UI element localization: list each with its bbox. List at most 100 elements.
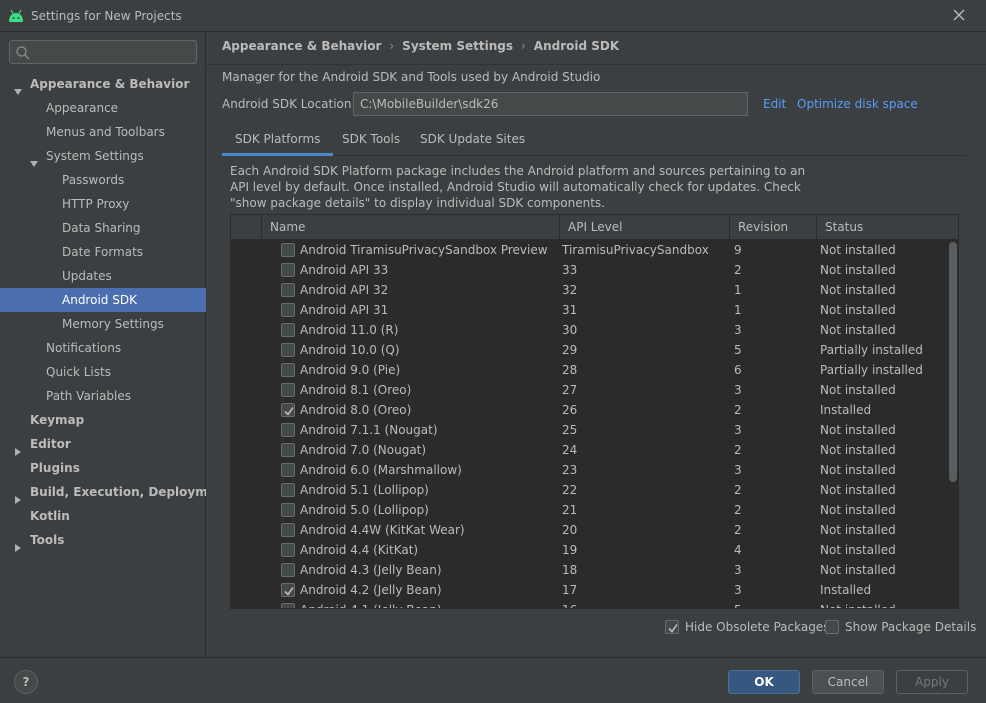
table-row[interactable]: Android 5.0 (Lollipop) 21 2 Not installed	[231, 500, 947, 520]
table-row[interactable]: Android 4.4 (KitKat) 19 4 Not installed	[231, 540, 947, 560]
help-button[interactable]: ?	[14, 670, 38, 694]
package-checkbox[interactable]	[281, 603, 295, 608]
package-checkbox[interactable]	[281, 403, 295, 417]
checkbox-box[interactable]	[665, 620, 679, 634]
tab-sdk-tools[interactable]: SDK Tools	[329, 126, 413, 156]
sidebar-item-passwords[interactable]: Passwords	[0, 168, 206, 192]
sidebar-item-system-settings[interactable]: System Settings	[0, 144, 206, 168]
sidebar-item-date-formats[interactable]: Date Formats	[0, 240, 206, 264]
table-scrollbar[interactable]	[947, 240, 958, 608]
sidebar-item-editor[interactable]: Editor	[0, 432, 206, 456]
tab-sdk-update-sites[interactable]: SDK Update Sites	[407, 126, 538, 156]
table-row[interactable]: Android 6.0 (Marshmallow) 23 3 Not installe…	[231, 460, 947, 480]
package-checkbox[interactable]	[281, 363, 295, 377]
cell-status: Not installed	[820, 443, 896, 457]
breadcrumb-item: Android SDK	[533, 39, 620, 53]
cell-name: Android 9.0 (Pie)	[300, 363, 401, 377]
package-checkbox[interactable]	[281, 523, 295, 537]
sidebar-item-kotlin[interactable]: Kotlin	[0, 504, 206, 528]
package-checkbox[interactable]	[281, 423, 295, 437]
table-row[interactable]: Android API 33 33 2 Not installed	[231, 260, 947, 280]
column-header-name[interactable]: Name	[261, 215, 559, 240]
package-checkbox[interactable]	[281, 503, 295, 517]
sidebar-item-keymap[interactable]: Keymap	[0, 408, 206, 432]
table-row[interactable]: Android 5.1 (Lollipop) 22 2 Not installed	[231, 480, 947, 500]
table-row[interactable]: Android 8.1 (Oreo) 27 3 Not installed	[231, 380, 947, 400]
table-row[interactable]: Android 7.1.1 (Nougat) 25 3 Not installed	[231, 420, 947, 440]
cell-status: Not installed	[820, 543, 896, 557]
table-row[interactable]: Android 4.2 (Jelly Bean) 17 3 Installed	[231, 580, 947, 600]
close-icon[interactable]	[951, 7, 967, 23]
sdk-location-field[interactable]: C:\MobileBuilder\sdk26	[353, 92, 748, 116]
table-row[interactable]: Android TiramisuPrivacySandbox Preview Ti…	[231, 240, 947, 260]
package-checkbox[interactable]	[281, 303, 295, 317]
sidebar-item-updates[interactable]: Updates	[0, 264, 206, 288]
sidebar-item-build-execution-deployment[interactable]: Build, Execution, Deployment	[0, 480, 230, 504]
cell-status: Not installed	[820, 523, 896, 537]
table-row[interactable]: Android 8.0 (Oreo) 26 2 Installed	[231, 400, 947, 420]
breadcrumb-item[interactable]: Appearance & Behavior	[222, 39, 381, 53]
sidebar-item-notifications[interactable]: Notifications	[0, 336, 206, 360]
table-row[interactable]: Android 9.0 (Pie) 28 6 Partially installed	[231, 360, 947, 380]
table-row[interactable]: Android 10.0 (Q) 29 5 Partially installed	[231, 340, 947, 360]
optimize-disk-space-link[interactable]: Optimize disk space	[797, 97, 918, 111]
sidebar-item-appearance-behavior[interactable]: Appearance & Behavior	[0, 72, 206, 96]
cell-status: Not installed	[820, 243, 896, 257]
tab-sdk-platforms[interactable]: SDK Platforms	[222, 126, 334, 156]
sidebar-item-http-proxy[interactable]: HTTP Proxy	[0, 192, 206, 216]
sidebar-item-label: Path Variables	[46, 389, 132, 403]
column-header-status[interactable]: Status	[816, 215, 958, 240]
package-checkbox[interactable]	[281, 383, 295, 397]
sidebar-item-quick-lists[interactable]: Quick Lists	[0, 360, 206, 384]
sidebar-item-plugins[interactable]: Plugins	[0, 456, 206, 480]
table-row[interactable]: Android 11.0 (R) 30 3 Not installed	[231, 320, 947, 340]
package-checkbox[interactable]	[281, 323, 295, 337]
cell-name: Android 11.0 (R)	[300, 323, 399, 337]
expand-right-icon[interactable]	[14, 536, 22, 552]
column-header-revision[interactable]: Revision	[729, 215, 816, 240]
table-row[interactable]: Android 7.0 (Nougat) 24 2 Not installed	[231, 440, 947, 460]
cell-name: Android 8.1 (Oreo)	[300, 383, 412, 397]
package-checkbox[interactable]	[281, 343, 295, 357]
table-row[interactable]: Android API 31 31 1 Not installed	[231, 300, 947, 320]
package-checkbox[interactable]	[281, 563, 295, 577]
column-header-api-level[interactable]: API Level	[559, 215, 729, 240]
expand-right-icon[interactable]	[14, 440, 22, 456]
settings-search-input[interactable]	[9, 40, 197, 64]
scrollbar-thumb[interactable]	[949, 242, 957, 482]
edit-link[interactable]: Edit	[763, 97, 786, 111]
cell-api-level: 28	[562, 363, 578, 377]
package-checkbox[interactable]	[281, 443, 295, 457]
package-checkbox[interactable]	[281, 463, 295, 477]
table-row[interactable]: Android 4.1 (Jelly Bean) 16 5 Not installed	[231, 600, 947, 608]
expand-down-icon[interactable]	[14, 80, 22, 95]
sidebar-item-memory-settings[interactable]: Memory Settings	[0, 312, 206, 336]
cell-revision: 9	[734, 243, 742, 257]
package-checkbox[interactable]	[281, 543, 295, 557]
checkbox-box[interactable]	[825, 620, 839, 634]
package-checkbox[interactable]	[281, 263, 295, 277]
cell-revision: 3	[734, 383, 742, 397]
sidebar-item-path-variables[interactable]: Path Variables	[0, 384, 206, 408]
table-row[interactable]: Android API 32 32 1 Not installed	[231, 280, 947, 300]
sidebar-item-tools[interactable]: Tools	[0, 528, 206, 552]
sidebar-item-data-sharing[interactable]: Data Sharing	[0, 216, 206, 240]
apply-button[interactable]: Apply	[896, 670, 968, 694]
table-row[interactable]: Android 4.3 (Jelly Bean) 18 3 Not installed	[231, 560, 947, 580]
cell-revision: 6	[734, 363, 742, 377]
cell-name: Android 7.1.1 (Nougat)	[300, 423, 438, 437]
package-checkbox[interactable]	[281, 583, 295, 597]
breadcrumb-item[interactable]: System Settings	[402, 39, 513, 53]
sidebar-item-android-sdk[interactable]: Android SDK	[0, 288, 206, 312]
sidebar-item-menus-and-toolbars[interactable]: Menus and Toolbars	[0, 120, 206, 144]
sidebar-item-appearance[interactable]: Appearance	[0, 96, 206, 120]
ok-button[interactable]: OK	[728, 670, 800, 694]
expand-down-icon[interactable]	[30, 152, 38, 167]
package-checkbox[interactable]	[281, 243, 295, 257]
package-checkbox[interactable]	[281, 483, 295, 497]
package-checkbox[interactable]	[281, 283, 295, 297]
table-row[interactable]: Android 4.4W (KitKat Wear) 20 2 Not install…	[231, 520, 947, 540]
cell-status: Not installed	[820, 263, 896, 277]
expand-right-icon[interactable]	[14, 488, 22, 504]
cancel-button[interactable]: Cancel	[812, 670, 884, 694]
